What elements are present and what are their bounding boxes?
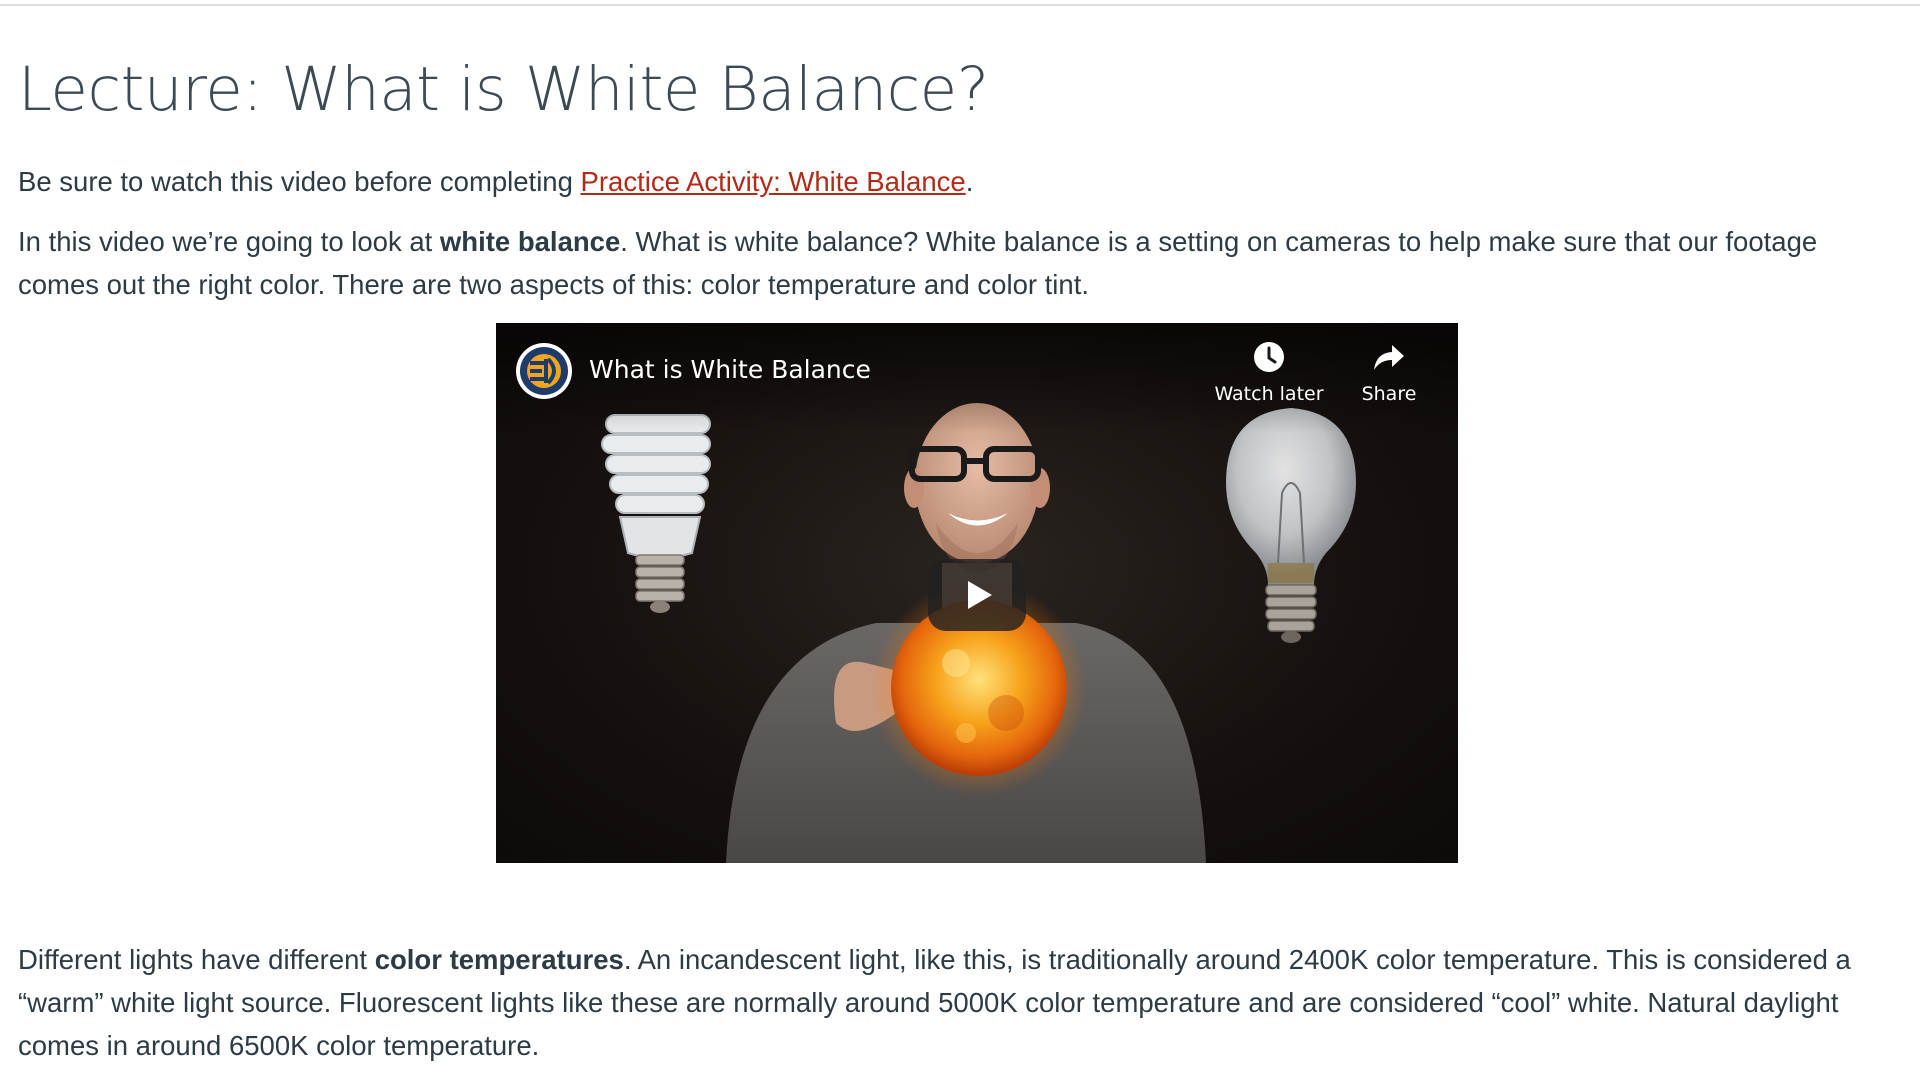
video-title[interactable]: What is White Balance bbox=[589, 355, 871, 384]
clock-icon bbox=[1254, 342, 1284, 372]
cfl-bulb-graphic bbox=[601, 414, 711, 613]
watch-later-label: Watch later bbox=[1214, 383, 1324, 405]
para1-bold-term: white balance bbox=[439, 226, 621, 257]
para1-text-start: In this video we’re going to look at bbox=[18, 226, 440, 257]
play-button[interactable] bbox=[928, 559, 1026, 631]
intro-period: . bbox=[965, 166, 974, 197]
share-button[interactable]: Share bbox=[1329, 341, 1449, 405]
share-label: Share bbox=[1361, 383, 1417, 405]
share-arrow-icon bbox=[1374, 345, 1404, 370]
channel-logo-icon[interactable] bbox=[516, 343, 572, 399]
description-paragraph: In this video we’re going to look at whi… bbox=[18, 220, 1898, 306]
para2-text-start: Different lights have different bbox=[18, 944, 375, 975]
video-player[interactable]: What is White Balance Watch later Share bbox=[496, 323, 1458, 863]
play-icon bbox=[968, 581, 992, 609]
incandescent-bulb-graphic bbox=[1226, 408, 1356, 643]
top-divider bbox=[0, 4, 1920, 6]
para2-bold-term: color temperatures bbox=[374, 944, 624, 975]
color-temperature-paragraph: Different lights have different color te… bbox=[18, 938, 1898, 1067]
intro-paragraph: Be sure to watch this video before compl… bbox=[18, 160, 1898, 203]
practice-activity-link[interactable]: Practice Activity: White Balance bbox=[581, 166, 966, 197]
page-title: Lecture: What is White Balance? bbox=[18, 54, 989, 125]
watch-later-button[interactable]: Watch later bbox=[1209, 341, 1329, 405]
intro-text: Be sure to watch this video before compl… bbox=[18, 166, 581, 197]
channel-logo-mark bbox=[520, 347, 568, 395]
